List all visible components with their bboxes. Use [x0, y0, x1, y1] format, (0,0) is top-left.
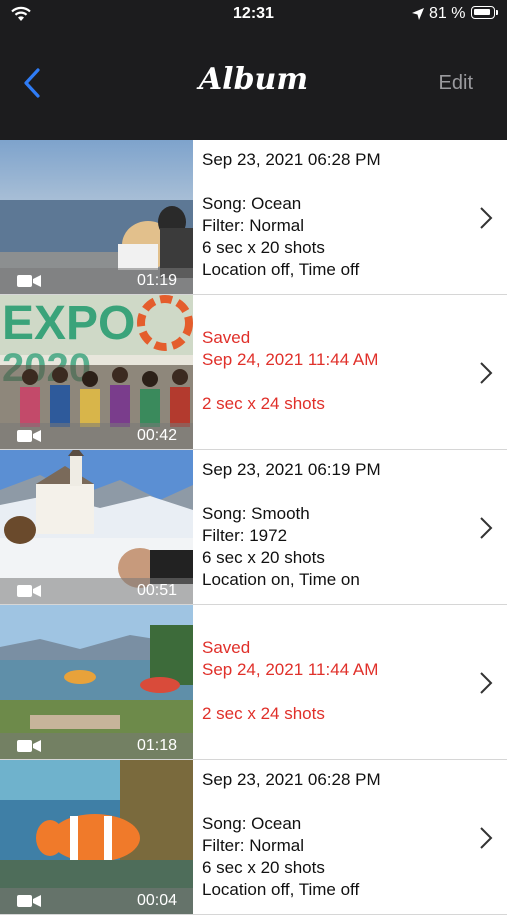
album-date: Sep 23, 2021 06:28 PM [202, 770, 381, 789]
album-song: Song: Ocean [202, 194, 302, 213]
chevron-right-icon [480, 362, 493, 384]
video-duration: 01:18 [136, 737, 177, 754]
album-filter: Filter: Normal [202, 216, 305, 235]
battery-icon [471, 6, 498, 19]
album-filter: Filter: 1972 [202, 526, 288, 545]
album-shots: 2 sec x 24 shots [202, 394, 325, 413]
album-info: Saved Sep 24, 2021 11:44 AM 2 sec x 24 s… [202, 637, 462, 725]
video-camera-icon [17, 585, 41, 597]
video-duration: 00:04 [136, 892, 177, 909]
album-row[interactable]: EXPO 2020 00:42 Saved Sep 24, 2021 11:44… [0, 295, 507, 450]
album-location-time: Location on, Time on [202, 570, 360, 589]
status-bar: 12:31 81 % [0, 0, 507, 30]
location-arrow-icon [412, 8, 424, 20]
page-title: Album [198, 62, 309, 97]
video-camera-icon [17, 895, 41, 907]
saved-label: Saved [202, 328, 251, 347]
album-shots: 6 sec x 20 shots [202, 548, 325, 567]
chevron-right-icon [480, 827, 493, 849]
video-camera-icon [17, 275, 41, 287]
edit-button[interactable]: Edit [439, 72, 473, 95]
battery-percent: 81 % [429, 5, 466, 22]
album-date: Sep 23, 2021 06:19 PM [202, 460, 381, 479]
video-thumbnail: 01:18 [0, 605, 193, 759]
album-row[interactable]: 01:18 Saved Sep 24, 2021 11:44 AM 2 sec … [0, 605, 507, 760]
video-duration: 01:19 [136, 272, 177, 289]
album-info: Sep 23, 2021 06:28 PM Song: Ocean Filter… [202, 149, 462, 281]
album-song: Song: Smooth [202, 504, 310, 523]
chevron-right-icon [480, 207, 493, 229]
saved-label: Saved [202, 638, 251, 657]
album-shots: 6 sec x 20 shots [202, 858, 325, 877]
video-duration: 00:42 [136, 427, 177, 444]
album-row[interactable]: 00:04 Sep 23, 2021 06:28 PM Song: Ocean … [0, 760, 507, 915]
video-duration: 00:51 [136, 582, 177, 599]
video-camera-icon [17, 740, 41, 752]
album-date: Sep 24, 2021 11:44 AM [202, 660, 379, 679]
album-location-time: Location off, Time off [202, 880, 360, 899]
album-shots: 6 sec x 20 shots [202, 238, 325, 257]
video-thumbnail: 00:04 [0, 760, 193, 914]
chevron-right-icon [480, 672, 493, 694]
video-thumbnail: 01:19 [0, 140, 193, 294]
album-song: Song: Ocean [202, 814, 302, 833]
video-camera-icon [17, 430, 41, 442]
album-row[interactable]: 00:51 Sep 23, 2021 06:19 PM Song: Smooth… [0, 450, 507, 605]
album-date: Sep 23, 2021 06:28 PM [202, 150, 381, 169]
video-thumbnail: 00:51 [0, 450, 193, 604]
album-shots: 2 sec x 24 shots [202, 704, 325, 723]
video-thumbnail: EXPO 2020 00:42 [0, 295, 193, 449]
album-list: 01:19 Sep 23, 2021 06:28 PM Song: Ocean … [0, 140, 507, 915]
album-info: Sep 23, 2021 06:19 PM Song: Smooth Filte… [202, 459, 462, 591]
album-filter: Filter: Normal [202, 836, 305, 855]
album-info: Saved Sep 24, 2021 11:44 AM 2 sec x 24 s… [202, 327, 462, 415]
album-info: Sep 23, 2021 06:28 PM Song: Ocean Filter… [202, 769, 462, 901]
album-row[interactable]: 01:19 Sep 23, 2021 06:28 PM Song: Ocean … [0, 140, 507, 295]
album-date: Sep 24, 2021 11:44 AM [202, 350, 379, 369]
album-location-time: Location off, Time off [202, 260, 360, 279]
navigation-header: 12:31 81 % Album Edit [0, 0, 507, 140]
chevron-right-icon [480, 517, 493, 539]
svg-text:EXPO: EXPO [2, 297, 135, 350]
